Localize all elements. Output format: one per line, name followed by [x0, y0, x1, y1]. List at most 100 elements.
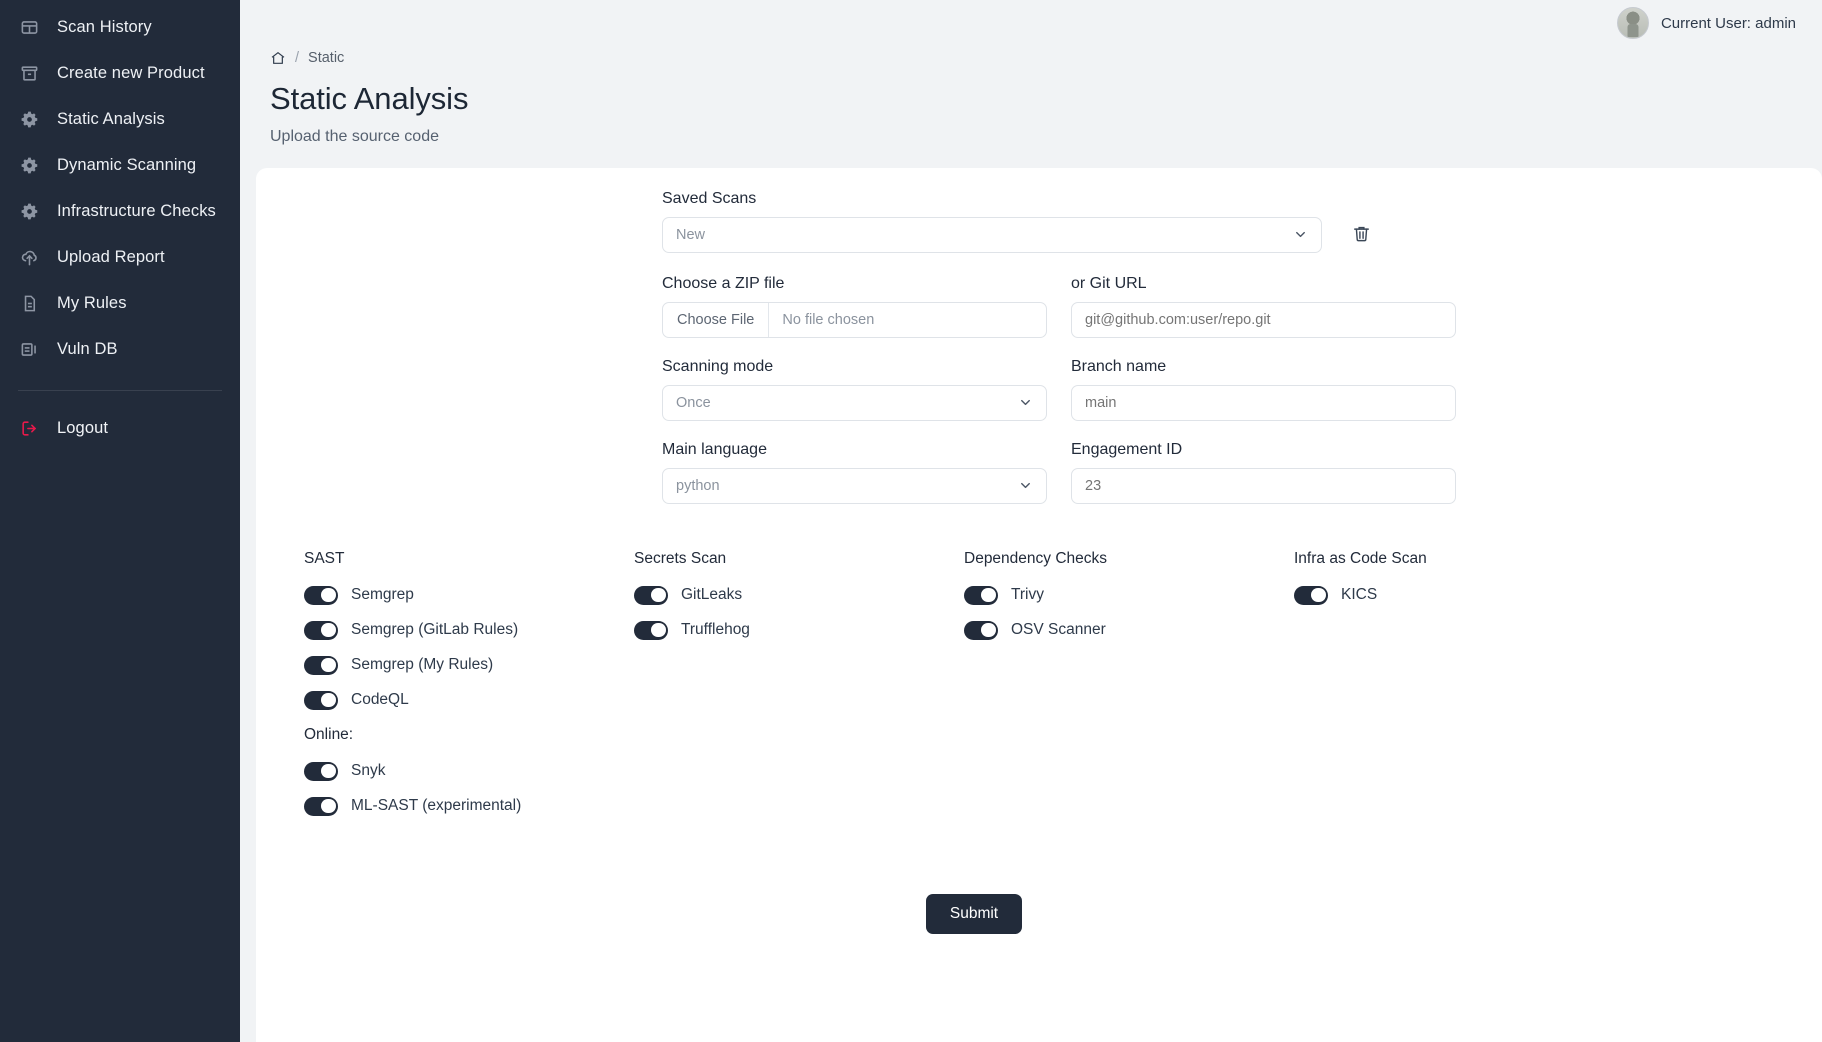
- sidebar-item-label: Upload Report: [57, 247, 165, 266]
- gear-icon: [18, 154, 40, 176]
- form-grid: Choose a ZIP file Choose File No file ch…: [662, 275, 1662, 504]
- engagement-id-field: Engagement ID: [1071, 441, 1456, 504]
- toggle-label: CodeQL: [351, 691, 409, 709]
- chosen-file-name: No file chosen: [782, 311, 875, 328]
- toggle-row-kics[interactable]: KICS: [1294, 585, 1624, 605]
- dependency-checks-column: Dependency Checks Trivy OSV Scanner: [964, 550, 1294, 832]
- chevron-down-icon: [1018, 395, 1033, 410]
- sidebar-item-label: Scan History: [57, 17, 152, 36]
- topbar: Current User: admin: [240, 0, 1822, 46]
- content-card: Saved Scans New Choose a ZIP file Choose…: [256, 167, 1822, 1042]
- saved-scans-select[interactable]: New: [662, 216, 1322, 253]
- main-area: Current User: admin / Static Static Anal…: [240, 0, 1822, 1042]
- page-title: Static Analysis: [270, 81, 469, 116]
- toggle-label: KICS: [1341, 586, 1378, 604]
- choose-file-button[interactable]: Choose File: [663, 302, 770, 337]
- saved-scans-value: New: [676, 226, 706, 243]
- toggle-switch[interactable]: [634, 620, 668, 640]
- home-icon[interactable]: [270, 50, 286, 66]
- toggle-switch[interactable]: [964, 620, 998, 640]
- sast-column: SAST Semgrep Semgrep (GitLab Rules) Semg…: [304, 550, 634, 832]
- sidebar-item-label: Logout: [57, 418, 109, 437]
- infra-as-code-heading: Infra as Code Scan: [1294, 549, 1427, 567]
- sidebar-divider: [18, 390, 222, 391]
- chevron-down-icon: [1018, 478, 1033, 493]
- toggle-label: Semgrep (My Rules): [351, 656, 494, 674]
- sidebar-item-my-rules[interactable]: My Rules: [0, 280, 240, 326]
- scanner-toggles: SAST Semgrep Semgrep (GitLab Rules) Semg…: [282, 550, 1786, 832]
- toggle-row-semgrep[interactable]: Semgrep: [304, 585, 634, 605]
- scanning-mode-select[interactable]: Once: [662, 384, 1047, 421]
- main-language-select[interactable]: python: [662, 467, 1047, 504]
- breadcrumb: / Static: [270, 50, 1822, 66]
- toggle-row-snyk[interactable]: Snyk: [304, 761, 634, 781]
- toggle-switch[interactable]: [304, 796, 338, 816]
- toggle-switch[interactable]: [964, 585, 998, 605]
- saved-scans-label: Saved Scans: [662, 189, 757, 207]
- toggle-label: Semgrep: [351, 586, 414, 604]
- toggle-label: Snyk: [351, 762, 386, 780]
- breadcrumb-current[interactable]: Static: [308, 50, 344, 66]
- sidebar-item-upload-report[interactable]: Upload Report: [0, 234, 240, 280]
- sast-heading: SAST: [304, 549, 345, 567]
- git-url-field: or Git URL: [1071, 275, 1456, 338]
- current-user[interactable]: Current User: admin: [1616, 7, 1796, 39]
- sidebar-item-infrastructure-checks[interactable]: Infrastructure Checks: [0, 188, 240, 234]
- toggle-label: Trufflehog: [681, 621, 750, 639]
- toggle-label: GitLeaks: [681, 586, 743, 604]
- git-url-input[interactable]: [1071, 301, 1456, 338]
- main-language-value: python: [676, 477, 720, 494]
- toggle-row-semgrep-my-rules[interactable]: Semgrep (My Rules): [304, 655, 634, 675]
- delete-saved-scan-button[interactable]: [1344, 217, 1378, 251]
- gear-icon: [18, 108, 40, 130]
- toggle-switch[interactable]: [634, 585, 668, 605]
- branch-name-input[interactable]: [1071, 384, 1456, 421]
- saved-scans-field: Saved Scans New: [662, 190, 1322, 253]
- secrets-scan-heading: Secrets Scan: [634, 549, 727, 567]
- toggle-row-semgrep-gitlab-rules[interactable]: Semgrep (GitLab Rules): [304, 620, 634, 640]
- sidebar-item-label: Create new Product: [57, 63, 205, 82]
- toggle-row-gitleaks[interactable]: GitLeaks: [634, 585, 964, 605]
- zip-file-input[interactable]: Choose File No file chosen: [662, 301, 1047, 338]
- scanning-mode-label: Scanning mode: [662, 357, 774, 375]
- sidebar-item-vuln-db[interactable]: Vuln DB: [0, 326, 240, 372]
- sidebar-item-create-new-product[interactable]: Create new Product: [0, 50, 240, 96]
- toggle-switch[interactable]: [304, 585, 338, 605]
- document-icon: [18, 292, 40, 314]
- toggle-switch[interactable]: [1294, 585, 1328, 605]
- breadcrumb-separator: /: [295, 50, 300, 66]
- infra-as-code-column: Infra as Code Scan KICS: [1294, 550, 1624, 832]
- sidebar-item-logout[interactable]: Logout: [0, 405, 240, 451]
- toggle-switch[interactable]: [304, 690, 338, 710]
- current-user-label: Current User: admin: [1660, 14, 1796, 32]
- gear-icon: [18, 200, 40, 222]
- zip-file-label: Choose a ZIP file: [662, 274, 785, 292]
- engagement-id-input[interactable]: [1071, 467, 1456, 504]
- trash-icon: [1353, 227, 1369, 242]
- sidebar-item-label: Vuln DB: [57, 339, 118, 358]
- table-icon: [18, 16, 40, 38]
- logout-icon: [18, 417, 40, 439]
- toggle-row-trufflehog[interactable]: Trufflehog: [634, 620, 964, 640]
- toggle-row-ml-sast[interactable]: ML-SAST (experimental): [304, 796, 634, 816]
- sidebar-item-static-analysis[interactable]: Static Analysis: [0, 96, 240, 142]
- submit-button[interactable]: Submit: [925, 893, 1023, 934]
- toggle-switch[interactable]: [304, 655, 338, 675]
- toggle-switch[interactable]: [304, 761, 338, 781]
- page-subtitle: Upload the source code: [270, 127, 439, 145]
- page-header: / Static Static Analysis Upload the sour…: [240, 46, 1822, 168]
- sidebar-item-label: Infrastructure Checks: [57, 201, 216, 220]
- sidebar-item-dynamic-scanning[interactable]: Dynamic Scanning: [0, 142, 240, 188]
- toggle-row-osv-scanner[interactable]: OSV Scanner: [964, 620, 1294, 640]
- toggle-switch[interactable]: [304, 620, 338, 640]
- submit-row: Submit: [282, 893, 1786, 934]
- toggle-row-trivy[interactable]: Trivy: [964, 585, 1294, 605]
- git-url-label: or Git URL: [1071, 274, 1147, 292]
- avatar: [1616, 7, 1649, 39]
- toggle-row-codeql[interactable]: CodeQL: [304, 690, 634, 710]
- sidebar-item-label: Dynamic Scanning: [57, 155, 197, 174]
- main-language-field: Main language python: [662, 441, 1047, 504]
- branch-name-label: Branch name: [1071, 357, 1167, 375]
- sidebar-item-scan-history[interactable]: Scan History: [0, 4, 240, 50]
- main-language-label: Main language: [662, 440, 767, 458]
